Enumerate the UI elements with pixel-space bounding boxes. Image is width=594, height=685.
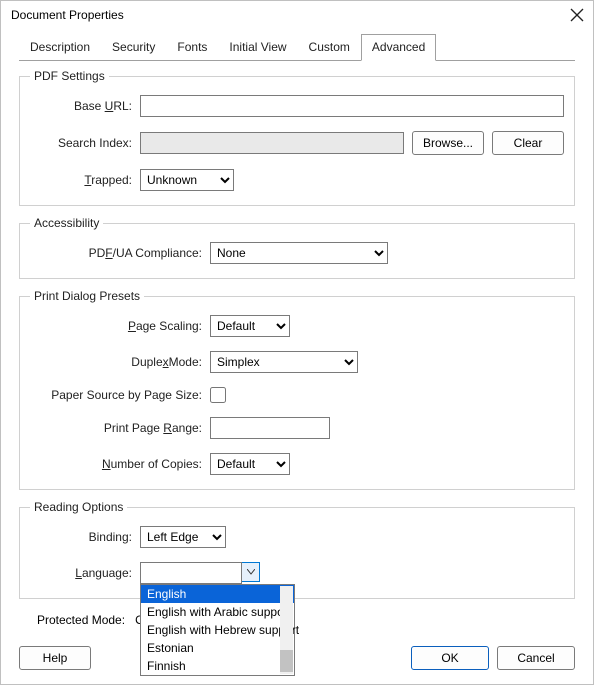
copies-select[interactable]: Default xyxy=(210,453,290,475)
cancel-button[interactable]: Cancel xyxy=(497,646,575,670)
binding-label: Binding: xyxy=(30,530,140,544)
pdfua-select[interactable]: None xyxy=(210,242,388,264)
ok-button[interactable]: OK xyxy=(411,646,489,670)
search-index-label: Search Index: xyxy=(30,136,140,150)
tab-custom[interactable]: Custom xyxy=(298,34,361,61)
page-scaling-select[interactable]: Default xyxy=(210,315,290,337)
language-label: Language: xyxy=(30,566,140,580)
binding-select[interactable]: Left Edge xyxy=(140,526,226,548)
accessibility-legend: Accessibility xyxy=(30,216,103,230)
language-option[interactable]: English with Arabic support xyxy=(141,603,294,621)
chevron-down-icon[interactable] xyxy=(242,562,260,582)
clear-button[interactable]: Clear xyxy=(492,131,564,155)
pdf-settings-legend: PDF Settings xyxy=(30,69,109,83)
reading-options-legend: Reading Options xyxy=(30,500,127,514)
content: PDF Settings Base URL: Search Index: Bro… xyxy=(1,61,593,636)
protected-mode-label: Protected Mode: xyxy=(37,613,125,627)
tab-bar: Description Security Fonts Initial View … xyxy=(1,27,593,60)
language-dropdown: English English with Arabic support Engl… xyxy=(140,584,295,676)
help-button[interactable]: Help xyxy=(19,646,91,670)
base-url-label: Base URL: xyxy=(30,99,140,113)
language-value[interactable] xyxy=(140,562,242,584)
pdf-settings-group: PDF Settings Base URL: Search Index: Bro… xyxy=(19,69,575,206)
tab-advanced[interactable]: Advanced xyxy=(361,34,436,61)
search-index-input xyxy=(140,132,404,154)
tab-description[interactable]: Description xyxy=(19,34,101,61)
document-properties-dialog: Document Properties Description Security… xyxy=(0,0,594,685)
tab-security[interactable]: Security xyxy=(101,34,166,61)
language-option[interactable]: English xyxy=(141,585,294,603)
language-combobox[interactable]: English English with Arabic support Engl… xyxy=(140,562,260,584)
duplex-select[interactable]: Simplex xyxy=(210,351,358,373)
paper-source-checkbox[interactable] xyxy=(210,387,226,403)
print-presets-group: Print Dialog Presets Page Scaling: Defau… xyxy=(19,289,575,490)
print-presets-legend: Print Dialog Presets xyxy=(30,289,144,303)
language-option[interactable]: English with Hebrew support xyxy=(141,621,294,639)
paper-source-label: Paper Source by Page Size: xyxy=(30,388,210,402)
trapped-select[interactable]: Unknown xyxy=(140,169,234,191)
language-option[interactable]: Estonian xyxy=(141,639,294,657)
print-range-input[interactable] xyxy=(210,417,330,439)
trapped-label: Trapped: xyxy=(30,173,140,187)
page-scaling-label: Page Scaling: xyxy=(30,319,210,333)
dropdown-scrollbar[interactable] xyxy=(280,586,293,674)
footer: Help OK Cancel xyxy=(1,636,593,684)
titlebar: Document Properties xyxy=(1,1,593,27)
accessibility-group: Accessibility PDF/UA Compliance: None xyxy=(19,216,575,279)
pdfua-label: PDF/UA Compliance: xyxy=(30,246,210,260)
reading-options-group: Reading Options Binding: Left Edge Langu… xyxy=(19,500,575,599)
window-title: Document Properties xyxy=(11,8,124,22)
base-url-input[interactable] xyxy=(140,95,564,117)
print-range-label: Print Page Range: xyxy=(30,421,210,435)
language-option[interactable]: Finnish xyxy=(141,657,294,675)
duplex-label: DuplexMode: xyxy=(30,355,210,369)
tab-initial-view[interactable]: Initial View xyxy=(218,34,297,61)
tab-fonts[interactable]: Fonts xyxy=(166,34,218,61)
copies-label: Number of Copies: xyxy=(30,457,210,471)
close-icon[interactable] xyxy=(569,7,585,23)
browse-button[interactable]: Browse... xyxy=(412,131,484,155)
